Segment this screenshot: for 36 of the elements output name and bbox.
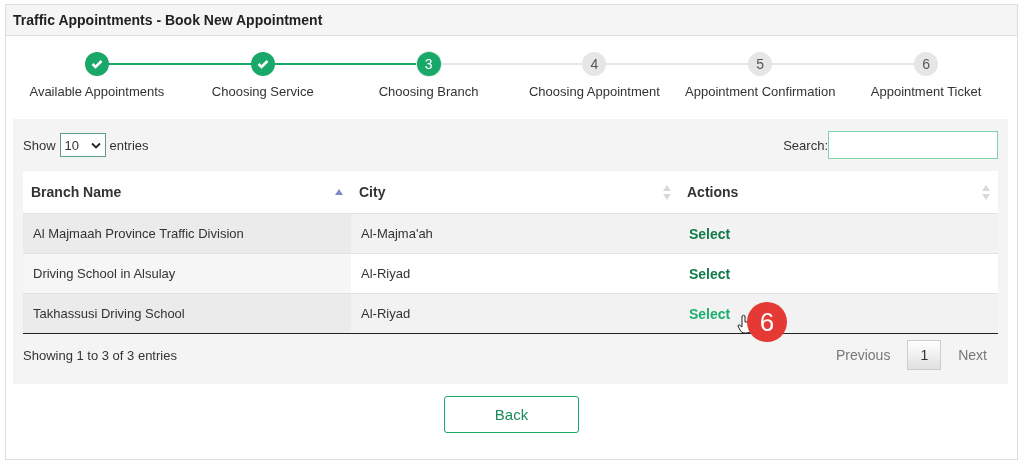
table-cell: Driving School in Alsulay: [23, 253, 351, 294]
back-button[interactable]: Back: [444, 396, 579, 433]
step-label: Choosing Service: [211, 84, 314, 99]
search-label: Search:: [783, 137, 828, 153]
pagination-button[interactable]: Previous: [824, 340, 902, 370]
select-link[interactable]: Select: [689, 225, 731, 242]
table-cell: Al-Majma'ah: [351, 213, 679, 254]
pagination-button[interactable]: 1: [907, 340, 942, 370]
select-link[interactable]: Select: [689, 265, 731, 282]
table-cell: Al-Riyad: [351, 253, 679, 294]
step-circle: 6: [914, 52, 939, 76]
step-circle: 3: [416, 52, 441, 76]
table-cell: Al Majmaah Province Traffic Division: [23, 213, 351, 254]
step-number-badge: 6: [747, 302, 787, 342]
table-cell: Takhassusi Driving School: [23, 293, 351, 334]
pagination-button[interactable]: Next: [947, 340, 998, 370]
step-label: Choosing Appointment: [529, 84, 660, 99]
step-label: Appointment Confirmation: [685, 84, 836, 99]
window-title: Traffic Appointments - Book New Appointment: [13, 12, 323, 28]
show-label: Show: [23, 137, 56, 153]
column-header[interactable]: Branch Name: [23, 171, 351, 214]
step-label: Available Appointments: [29, 84, 165, 99]
check-icon: [256, 59, 269, 69]
step-circle: 4: [582, 52, 607, 76]
caret-icon: [90, 141, 101, 149]
search-field[interactable]: [828, 131, 998, 159]
check-icon: [90, 59, 103, 69]
step-label: Choosing Branch: [378, 84, 479, 99]
step-label: Appointment Ticket: [870, 84, 982, 99]
step-circle: 5: [748, 52, 773, 76]
entries-label: entries: [109, 137, 149, 153]
table-info: Showing 1 to 3 of 3 entries: [23, 347, 177, 363]
column-header[interactable]: City: [351, 171, 679, 214]
table-cell: Al-Riyad: [351, 293, 679, 334]
column-header[interactable]: Actions: [679, 171, 998, 214]
entries-select[interactable]: 10: [59, 133, 106, 157]
